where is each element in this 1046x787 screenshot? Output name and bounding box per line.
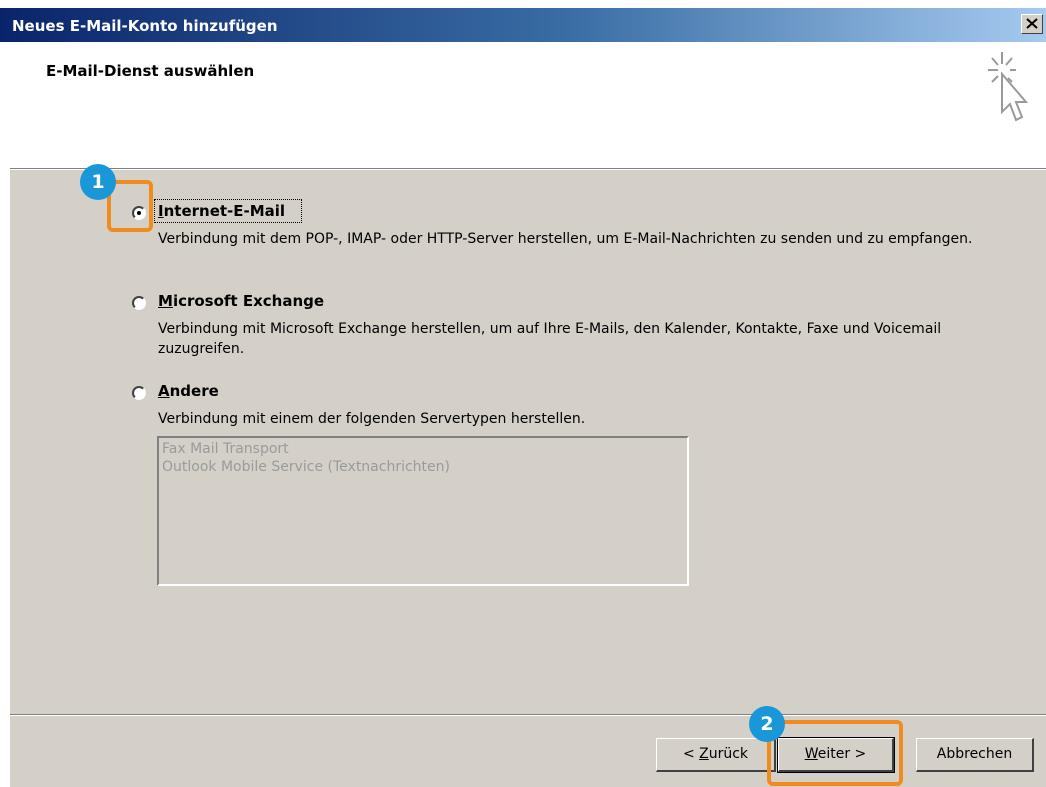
cursor-sparkle-icon	[988, 52, 1029, 122]
list-item[interactable]: Outlook Mobile Service (Textnachrichten)	[162, 458, 684, 476]
window-title: Neues E-Mail-Konto hinzufügen	[12, 17, 278, 35]
radio-microsoft-exchange[interactable]	[132, 296, 146, 310]
back-button[interactable]: < Zurück	[656, 738, 776, 772]
option-label-microsoft-exchange: Microsoft Exchange	[158, 292, 325, 310]
option-label-internet-email: Internet-E-Mail	[158, 202, 286, 220]
page-title: E-Mail-Dienst auswählen	[46, 62, 255, 80]
close-button[interactable]	[1021, 14, 1043, 34]
left-frame	[0, 42, 10, 787]
content-panel: Internet-E-Mail Verbindung mit dem POP-,…	[10, 170, 1046, 787]
server-type-list[interactable]: Fax Mail Transport Outlook Mobile Servic…	[157, 436, 689, 586]
option-label-andere: Andere	[158, 382, 219, 400]
footer-separator	[10, 714, 1046, 716]
cancel-button[interactable]: Abbrechen	[916, 738, 1034, 772]
wizard-header: E-Mail-Dienst auswählen	[10, 42, 1046, 168]
highlight-box-step2	[767, 720, 903, 786]
radio-andere[interactable]	[132, 386, 146, 400]
option-desc-microsoft-exchange: Verbindung mit Microsoft Exchange herste…	[158, 321, 942, 357]
step-badge-1: 1	[80, 164, 116, 200]
title-bar: Neues E-Mail-Konto hinzufügen	[0, 8, 1046, 42]
list-item[interactable]: Fax Mail Transport	[162, 440, 684, 458]
option-desc-internet-email: Verbindung mit dem POP-, IMAP- oder HTTP…	[158, 231, 973, 247]
step-badge-2: 2	[749, 706, 785, 742]
close-icon	[1026, 18, 1038, 29]
option-desc-andere: Verbindung mit einem der folgenden Serve…	[158, 411, 586, 427]
